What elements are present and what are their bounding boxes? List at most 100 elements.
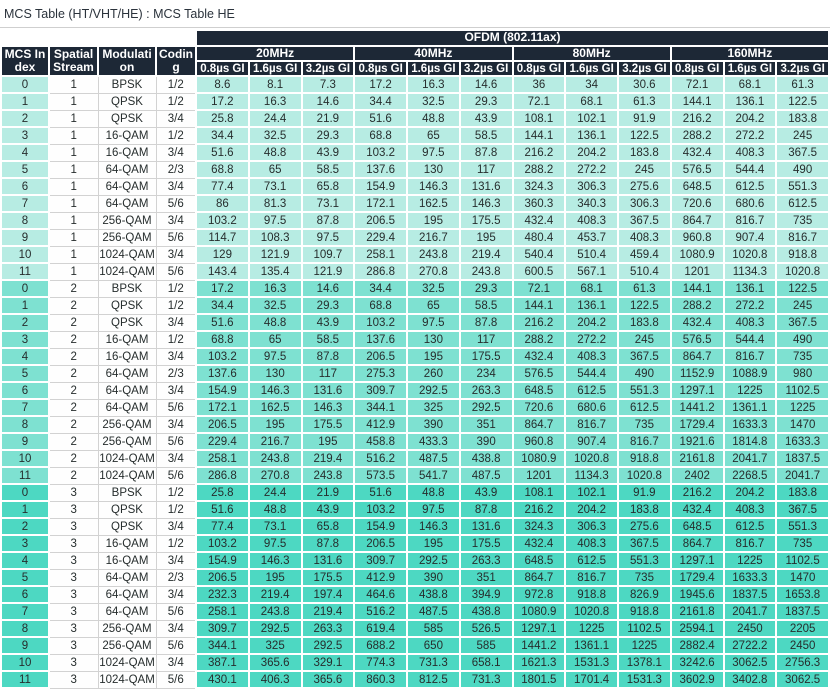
rate-cell-10: 1633.3 — [724, 416, 777, 433]
modulation-cell: 64-QAM — [98, 569, 156, 586]
rate-cell-5: 390 — [460, 433, 513, 450]
rate-cell-6: 600.5 — [513, 263, 566, 280]
ofdm-standard-header: OFDM (802.11ax) — [196, 30, 829, 46]
rate-cell-8: 61.3 — [618, 280, 671, 297]
rate-cell-2: 43.9 — [302, 144, 355, 161]
rate-cell-8: 918.8 — [618, 450, 671, 467]
rate-cell-6: 576.5 — [513, 365, 566, 382]
rate-cell-8: 91.9 — [618, 484, 671, 501]
rate-cell-11: 490 — [776, 161, 829, 178]
rate-cell-5: 87.8 — [460, 144, 513, 161]
spatial-stream-cell: 2 — [49, 433, 98, 450]
mcs-index-cell: 4 — [1, 552, 49, 569]
rate-cell-7: 918.8 — [565, 586, 618, 603]
mcs-index-cell: 9 — [1, 229, 49, 246]
rate-cell-0: 103.2 — [196, 535, 249, 552]
mcs-row-ss2-mcs4: 4216-QAM3/4103.297.587.8206.5195175.5432… — [1, 348, 829, 365]
rate-cell-8: 30.6 — [618, 76, 671, 93]
rate-cell-3: 309.7 — [354, 552, 407, 569]
mcs-index-cell: 1 — [1, 93, 49, 110]
spatial-stream-cell: 1 — [49, 195, 98, 212]
rate-cell-5: 29.3 — [460, 280, 513, 297]
rate-cell-8: 510.4 — [618, 263, 671, 280]
modulation-cell: 256-QAM — [98, 229, 156, 246]
rate-cell-1: 24.4 — [249, 110, 302, 127]
rate-cell-2: 195 — [302, 433, 355, 450]
rate-cell-3: 258.1 — [354, 246, 407, 263]
rate-cell-5: 175.5 — [460, 348, 513, 365]
rate-cell-5: 585 — [460, 637, 513, 654]
rate-cell-4: 650 — [407, 637, 460, 654]
rate-cell-11: 61.3 — [776, 76, 829, 93]
rate-cell-10: 680.6 — [724, 195, 777, 212]
rate-cell-0: 430.1 — [196, 671, 249, 688]
rate-cell-9: 288.2 — [671, 127, 724, 144]
rate-cell-0: 154.9 — [196, 382, 249, 399]
rate-cell-0: 77.4 — [196, 518, 249, 535]
rate-cell-2: 131.6 — [302, 552, 355, 569]
spatial-stream-cell: 3 — [49, 637, 98, 654]
gi-header-80mhz-1: 1.6µs GI — [565, 61, 618, 76]
coding-cell: 1/2 — [156, 331, 196, 348]
gi-header-40mhz-1: 1.6µs GI — [407, 61, 460, 76]
modulation-cell: 64-QAM — [98, 603, 156, 620]
rate-cell-1: 97.5 — [249, 212, 302, 229]
mcs-row-ss1-mcs7: 7164-QAM5/68681.373.1172.1162.5146.3360.… — [1, 195, 829, 212]
rate-cell-1: 97.5 — [249, 348, 302, 365]
rate-cell-10: 204.2 — [724, 110, 777, 127]
rate-cell-8: 1102.5 — [618, 620, 671, 637]
rate-cell-1: 130 — [249, 365, 302, 382]
rate-cell-11: 245 — [776, 297, 829, 314]
mcs-row-ss3-mcs7: 7364-QAM5/6258.1243.8219.4516.2487.5438.… — [1, 603, 829, 620]
gi-header-40mhz-0: 0.8µs GI — [354, 61, 407, 76]
mcs-index-cell: 11 — [1, 263, 49, 280]
rate-cell-8: 459.4 — [618, 246, 671, 263]
rate-cell-5: 263.3 — [460, 382, 513, 399]
rate-cell-3: 17.2 — [354, 76, 407, 93]
rate-cell-3: 51.6 — [354, 110, 407, 127]
mcs-row-ss1-mcs8: 81256-QAM3/4103.297.587.8206.5195175.543… — [1, 212, 829, 229]
rate-cell-3: 516.2 — [354, 450, 407, 467]
rate-cell-4: 130 — [407, 331, 460, 348]
rate-cell-7: 1020.8 — [565, 450, 618, 467]
rate-cell-4: 731.3 — [407, 654, 460, 671]
gi-header-80mhz-0: 0.8µs GI — [513, 61, 566, 76]
rate-cell-1: 73.1 — [249, 178, 302, 195]
rate-cell-11: 980 — [776, 365, 829, 382]
rate-cell-5: 195 — [460, 229, 513, 246]
mcs-row-ss3-mcs1: 13QPSK1/251.648.843.9103.297.587.8216.22… — [1, 501, 829, 518]
mcs-row-ss1-mcs10: 1011024-QAM3/4129121.9109.7258.1243.8219… — [1, 246, 829, 263]
rate-cell-1: 146.3 — [249, 382, 302, 399]
rate-cell-5: 234 — [460, 365, 513, 382]
coding-cell: 3/4 — [156, 382, 196, 399]
gi-header-20mhz-2: 3.2µs GI — [302, 61, 355, 76]
rate-cell-4: 65 — [407, 297, 460, 314]
rate-cell-1: 65 — [249, 331, 302, 348]
rate-cell-11: 122.5 — [776, 280, 829, 297]
mcs-row-ss3-mcs11: 1131024-QAM5/6430.1406.3365.6860.3812.57… — [1, 671, 829, 688]
rate-cell-3: 68.8 — [354, 127, 407, 144]
rate-cell-9: 864.7 — [671, 535, 724, 552]
rate-cell-3: 172.1 — [354, 195, 407, 212]
rate-cell-8: 735 — [618, 569, 671, 586]
rate-cell-10: 1837.5 — [724, 586, 777, 603]
modulation-cell: QPSK — [98, 518, 156, 535]
rate-cell-8: 275.6 — [618, 518, 671, 535]
modulation-cell: 16-QAM — [98, 127, 156, 144]
rate-cell-3: 154.9 — [354, 518, 407, 535]
spatial-stream-cell: 2 — [49, 450, 98, 467]
rate-cell-7: 510.4 — [565, 246, 618, 263]
rate-cell-4: 97.5 — [407, 144, 460, 161]
mcs-row-ss2-mcs7: 7264-QAM5/6172.1162.5146.3344.1325292.57… — [1, 399, 829, 416]
coding-cell: 5/6 — [156, 637, 196, 654]
rate-cell-10: 204.2 — [724, 484, 777, 501]
coding-cell: 5/6 — [156, 263, 196, 280]
rate-cell-4: 195 — [407, 348, 460, 365]
mcs-row-ss1-mcs2: 21QPSK3/425.824.421.951.648.843.9108.110… — [1, 110, 829, 127]
rate-cell-9: 288.2 — [671, 297, 724, 314]
mcs-index-cell: 10 — [1, 654, 49, 671]
rate-cell-5: 87.8 — [460, 501, 513, 518]
rate-cell-1: 81.3 — [249, 195, 302, 212]
spatial-stream-cell: 1 — [49, 127, 98, 144]
mcs-index-cell: 5 — [1, 569, 49, 586]
